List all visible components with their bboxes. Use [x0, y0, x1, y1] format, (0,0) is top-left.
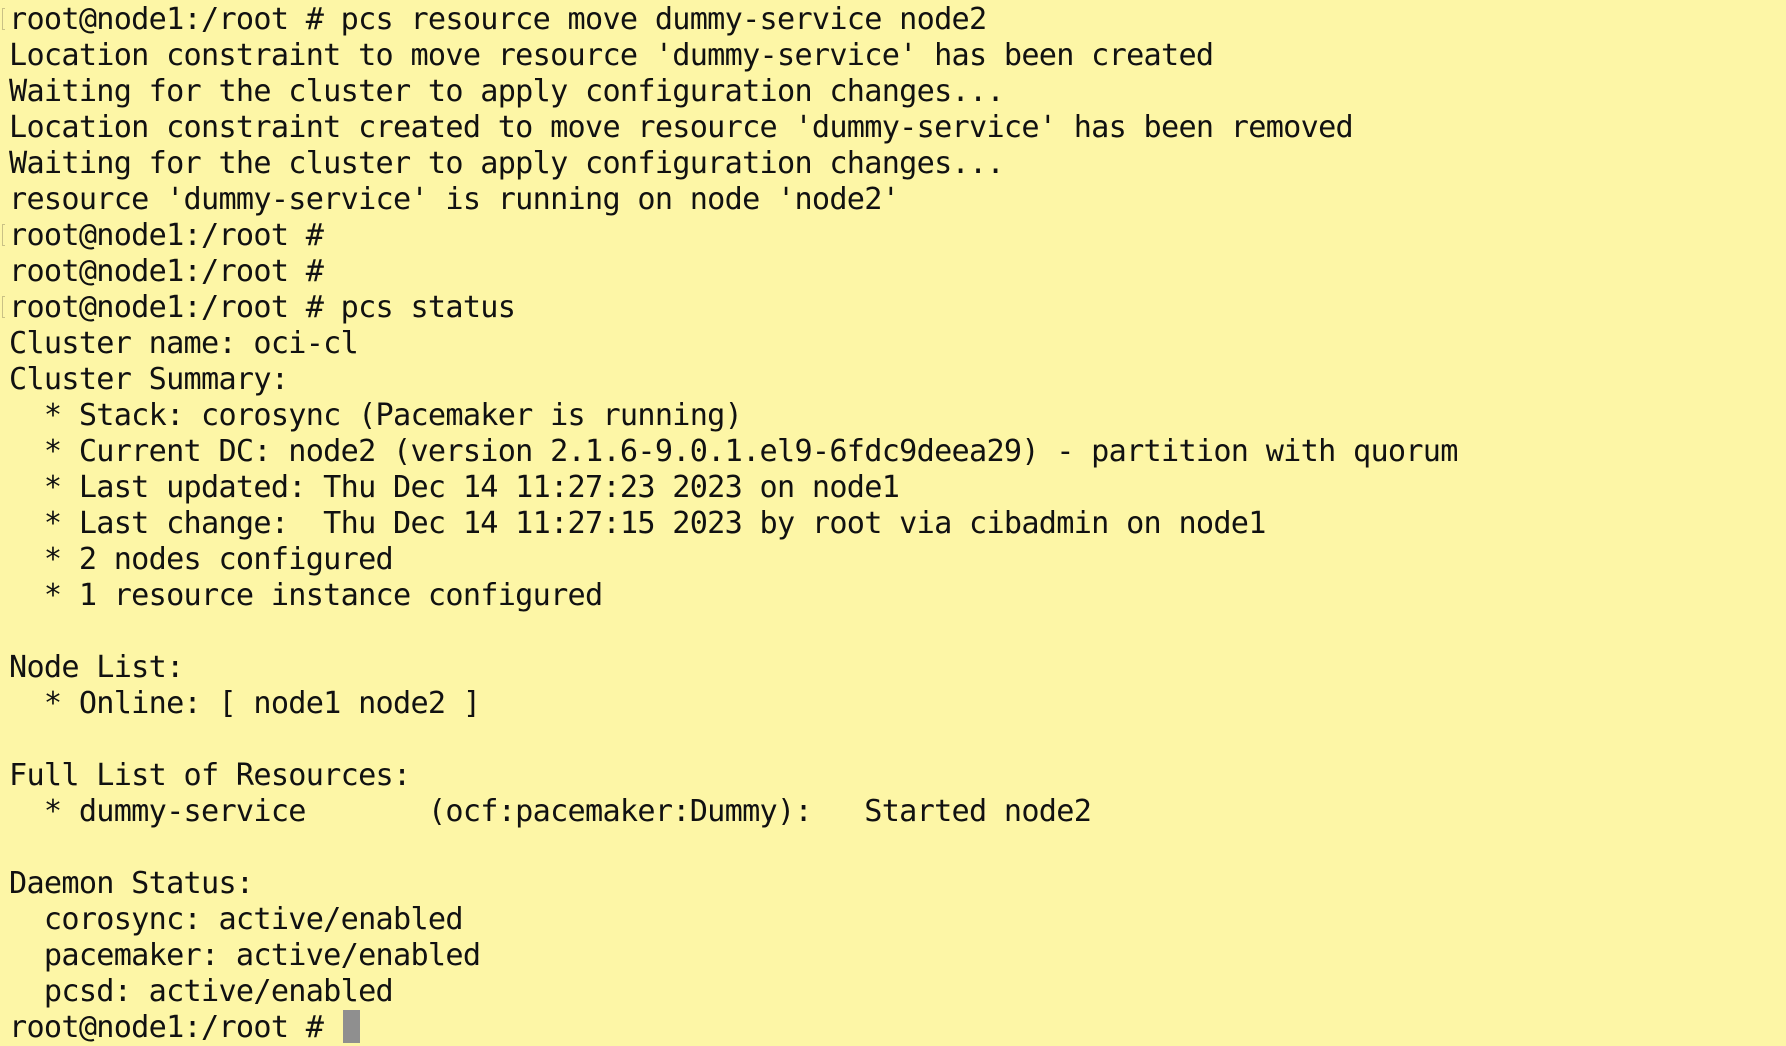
command-line: root@node1:/root # pcs status [2, 290, 1786, 326]
output-line: * 2 nodes configured [9, 542, 394, 577]
output-line: Location constraint to move resource 'du… [9, 38, 1214, 73]
output-line: * Last change: Thu Dec 14 11:27:15 2023 … [9, 506, 1267, 541]
output-line: * dummy-service (ocf:pacemaker:Dummy): S… [9, 794, 1092, 829]
output-line: Waiting for the cluster to apply configu… [9, 74, 1005, 109]
output-line: Cluster name: oci-cl [9, 326, 359, 361]
command-marker [2, 224, 5, 246]
command-line: root@node1:/root # [2, 218, 1786, 254]
output-line: * Stack: corosync (Pacemaker is running) [9, 398, 743, 433]
output-line: Daemon Status: [9, 866, 254, 901]
output-line: Waiting for the cluster to apply configu… [9, 146, 1005, 181]
output-line: * Online: [ node1 node2 ] [9, 686, 481, 721]
output-line: pacemaker: active/enabled [9, 938, 481, 973]
command-line: root@node1:/root # [9, 254, 324, 289]
command-marker [2, 296, 5, 318]
command-marker [2, 8, 5, 30]
command-line: root@node1:/root # pcs resource move dum… [2, 2, 1786, 38]
output-line: pcsd: active/enabled [9, 974, 394, 1009]
output-line: * Last updated: Thu Dec 14 11:27:23 2023… [9, 470, 900, 505]
active-prompt-line[interactable]: root@node1:/root # [9, 1010, 1786, 1046]
output-line: resource 'dummy-service' is running on n… [9, 182, 900, 217]
output-line: Full List of Resources: [9, 758, 411, 793]
output-line: corosync: active/enabled [9, 902, 464, 937]
output-line: Cluster Summary: [9, 362, 289, 397]
output-line: Node List: [9, 650, 184, 685]
terminal-window[interactable]: root@node1:/root # pcs resource move dum… [0, 0, 1786, 1046]
output-line: * 1 resource instance configured [9, 578, 603, 613]
shell-prompt: root@node1:/root # [9, 1010, 341, 1045]
output-line: * Current DC: node2 (version 2.1.6-9.0.1… [9, 434, 1459, 469]
output-line: Location constraint created to move reso… [9, 110, 1354, 145]
text-cursor[interactable] [342, 1010, 360, 1043]
